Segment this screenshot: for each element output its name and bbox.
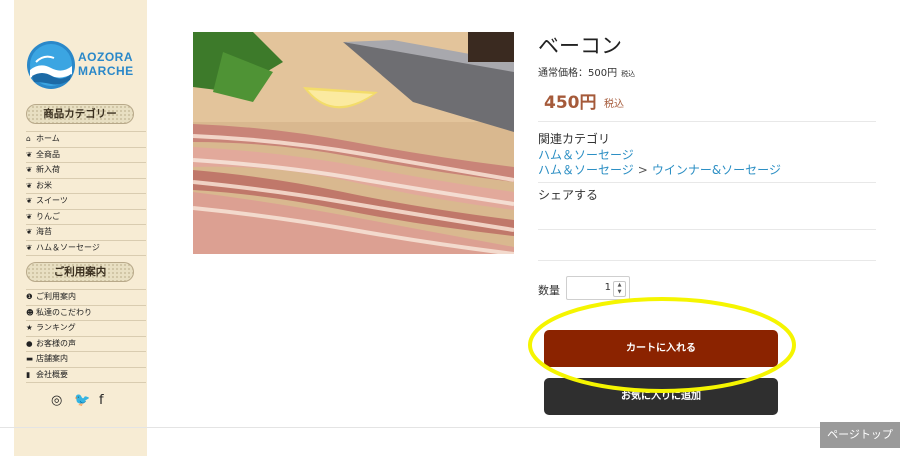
sidebar-item-label: ホーム: [36, 134, 60, 143]
spinner-icon[interactable]: ▲ ▼: [613, 281, 626, 297]
sprout-icon: ❦: [26, 196, 33, 205]
quantity-label: 数量: [538, 284, 560, 297]
facebook-icon[interactable]: f: [99, 394, 104, 408]
sidebar-item-label: 会社概要: [36, 369, 68, 379]
add-to-cart-button[interactable]: カートに入れる: [544, 330, 778, 367]
sidebar-item-label: ご利用案内: [36, 292, 76, 301]
related-breadcrumb: ハム＆ソーセージ > ウインナー&ソーセージ: [538, 161, 781, 178]
regular-price: 通常価格：500円 税込: [538, 64, 635, 79]
sprout-icon: ❦: [26, 211, 33, 221]
product-image[interactable]: [193, 32, 514, 254]
divider: [538, 182, 876, 183]
bacon-photo: [193, 32, 514, 254]
breadcrumb-separator: >: [637, 163, 648, 177]
regular-price-tax: 税込: [621, 70, 636, 78]
sidebar-item-home[interactable]: ⌂ ホーム: [26, 131, 146, 148]
product-title: ベーコン: [538, 34, 622, 58]
category-header: 商品カテゴリー: [26, 104, 134, 124]
divider: [538, 229, 876, 230]
category-link-ham-sausage[interactable]: ハム＆ソーセージ: [538, 163, 634, 177]
site-logo[interactable]: AOZORA MARCHE: [26, 40, 138, 92]
category-menu: ⌂ ホーム ❦ 全商品 ❦ 新入荷 ❦ お米 ❦ スイーツ ❦ りんご ❦ 海苔 ❦ ハム＆ソー…: [26, 131, 146, 256]
smile-icon: ☻: [26, 307, 34, 317]
sidebar-item-label: 海苔: [36, 227, 52, 236]
sidebar-item-apples[interactable]: ❦ りんご: [26, 210, 146, 225]
sidebar-item-new-arrivals[interactable]: ❦ 新入荷: [26, 163, 146, 179]
sidebar-item-nori[interactable]: ❦ 海苔: [26, 225, 146, 241]
logo-line-1: AOZORA: [78, 50, 133, 64]
sidebar-item-stores[interactable]: ▬ 店舗案内: [26, 352, 146, 368]
store-icon: ▬: [26, 354, 34, 363]
social-links: ◎ 🐦 f: [51, 394, 131, 408]
sidebar-item-company[interactable]: ▮ 会社概要: [26, 368, 146, 383]
sidebar-item-label: 店舗案内: [36, 354, 68, 363]
category-link-ham-sausage[interactable]: ハム＆ソーセージ: [538, 148, 634, 162]
related-category-label: 関連カテゴリ: [538, 132, 611, 146]
quantity-value: 1: [604, 282, 611, 293]
sale-price: 450円: [544, 93, 597, 113]
sidebar-item-label: りんご: [36, 211, 60, 221]
twitter-icon[interactable]: 🐦: [74, 394, 90, 408]
instagram-icon[interactable]: ◎: [51, 394, 62, 408]
sale-price-tax: 税込: [604, 99, 624, 110]
page-top-button[interactable]: ページトップ: [820, 422, 900, 448]
divider: [538, 121, 876, 122]
chat-icon: ●: [26, 338, 33, 348]
sidebar-item-rice[interactable]: ❦ お米: [26, 179, 146, 194]
sidebar-item-label: ランキング: [36, 323, 76, 332]
sidebar-item-sweets[interactable]: ❦ スイーツ: [26, 194, 146, 210]
sidebar-item-label: 全商品: [36, 149, 60, 159]
sidebar-item-label: お米: [36, 180, 52, 190]
add-to-favorites-button[interactable]: お気に入りに追加: [544, 378, 778, 415]
sidebar-item-label: 私達のこだわり: [36, 307, 92, 317]
info-header: ご利用案内: [26, 262, 134, 282]
sidebar: AOZORA MARCHE 商品カテゴリー ⌂ ホーム ❦ 全商品 ❦ 新入荷 ❦ お米…: [14, 0, 147, 456]
regular-price-text: 通常価格：500円: [538, 68, 618, 79]
logo-text: AOZORA MARCHE: [78, 50, 134, 78]
sprout-icon: ❦: [26, 242, 33, 252]
sidebar-item-commitment[interactable]: ☻ 私達のこだわり: [26, 306, 146, 321]
category-link-wiener-sausage[interactable]: ウインナー&ソーセージ: [652, 163, 781, 177]
sprout-icon: ❦: [26, 149, 33, 159]
home-icon: ⌂: [26, 134, 31, 143]
info-icon: ❶: [26, 292, 33, 301]
logo-line-2: MARCHE: [78, 64, 134, 78]
sidebar-item-label: スイーツ: [36, 196, 68, 205]
sidebar-item-ham-sausage[interactable]: ❦ ハム＆ソーセージ: [26, 241, 146, 256]
sprout-icon: ❦: [26, 180, 33, 190]
logo-emblem-icon: [27, 41, 75, 89]
share-label: シェアする: [538, 188, 599, 202]
sidebar-item-ranking[interactable]: ★ ランキング: [26, 321, 146, 337]
quantity-stepper[interactable]: 1 ▲ ▼: [566, 276, 630, 300]
sprout-icon: ❦: [26, 165, 33, 174]
star-icon: ★: [26, 323, 33, 332]
sidebar-item-label: 新入荷: [36, 165, 60, 174]
sidebar-item-guide[interactable]: ❶ ご利用案内: [26, 289, 146, 306]
building-icon: ▮: [26, 369, 31, 379]
sidebar-item-label: お客様の声: [36, 338, 76, 348]
sidebar-item-all-products[interactable]: ❦ 全商品: [26, 148, 146, 163]
footer-divider: [0, 427, 900, 428]
sidebar-item-reviews[interactable]: ● お客様の声: [26, 337, 146, 352]
sprout-icon: ❦: [26, 227, 33, 236]
divider: [538, 260, 876, 261]
sidebar-item-label: ハム＆ソーセージ: [36, 242, 100, 252]
info-menu: ❶ ご利用案内 ☻ 私達のこだわり ★ ランキング ● お客様の声 ▬ 店舗案内 ▮ 会社概…: [26, 289, 146, 383]
